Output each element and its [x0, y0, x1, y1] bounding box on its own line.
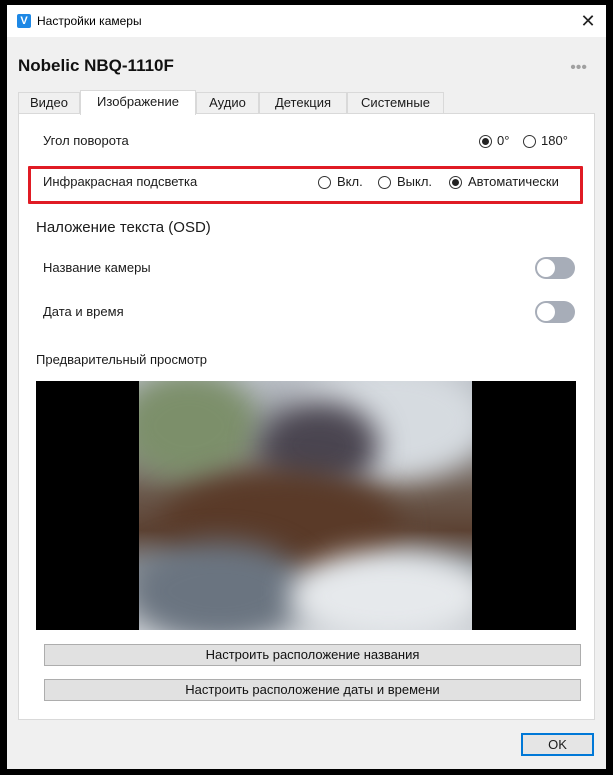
more-options-icon[interactable]: •••: [570, 59, 587, 77]
tab-system[interactable]: Системные: [347, 92, 444, 114]
app-logo-icon: V: [17, 14, 31, 28]
preview-title: Предварительный просмотр: [36, 352, 208, 367]
osd-datetime-toggle[interactable]: [535, 301, 575, 323]
ir-off-label[interactable]: Выкл.: [397, 174, 432, 189]
ir-auto-label[interactable]: Автоматически: [468, 174, 559, 189]
toggle-knob: [537, 259, 555, 277]
rotation-0-radio[interactable]: [479, 135, 492, 148]
position-name-button[interactable]: Настроить расположение названия: [44, 644, 581, 666]
toggle-knob: [537, 303, 555, 321]
title-bar: V Настройки камеры ✕: [7, 5, 606, 37]
tab-video[interactable]: Видео: [18, 92, 80, 114]
tab-image[interactable]: Изображение: [80, 90, 196, 115]
preview-image: [139, 381, 472, 630]
rotation-180-label[interactable]: 180°: [541, 133, 568, 148]
camera-settings-window: V Настройки камеры ✕ Nobelic NBQ-1110F •…: [7, 5, 606, 769]
position-datetime-button[interactable]: Настроить расположение даты и времени: [44, 679, 581, 701]
rotation-0-label[interactable]: 0°: [497, 133, 509, 148]
osd-camera-name-label: Название камеры: [43, 260, 151, 275]
tab-detection[interactable]: Детекция: [259, 92, 347, 114]
osd-datetime-label: Дата и время: [43, 304, 124, 319]
device-name: Nobelic NBQ-1110F: [18, 56, 174, 75]
camera-preview: [36, 381, 576, 630]
ir-label: Инфракрасная подсветка: [43, 174, 198, 189]
ir-off-radio[interactable]: [378, 176, 391, 189]
rotation-label: Угол поворота: [43, 133, 129, 148]
osd-camera-name-toggle[interactable]: [535, 257, 575, 279]
dialog-body: Nobelic NBQ-1110F ••• Видео Изображение …: [7, 37, 606, 769]
ok-button[interactable]: OK: [521, 733, 594, 756]
image-settings-panel: Угол поворота 0° 180° Инфракрасная подсв…: [18, 113, 595, 720]
rotation-180-radio[interactable]: [523, 135, 536, 148]
ir-on-label[interactable]: Вкл.: [337, 174, 363, 189]
tab-audio[interactable]: Аудио: [196, 92, 259, 114]
osd-title: Наложение текста (OSD): [36, 219, 211, 236]
close-icon[interactable]: ✕: [570, 5, 606, 37]
window-title: Настройки камеры: [37, 14, 142, 28]
ir-on-radio[interactable]: [318, 176, 331, 189]
ir-auto-radio[interactable]: [449, 176, 462, 189]
preview-blob: [139, 381, 259, 481]
